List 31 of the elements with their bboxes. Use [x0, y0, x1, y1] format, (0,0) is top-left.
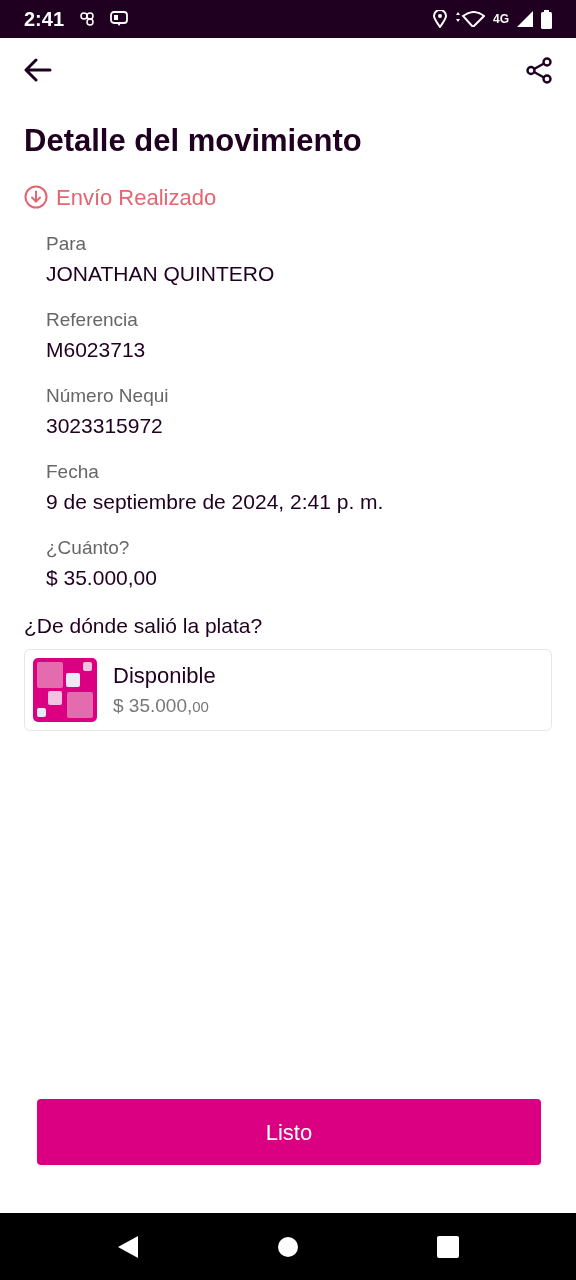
signal-icon — [517, 11, 533, 27]
field-value: 9 de septiembre de 2024, 2:41 p. m. — [46, 489, 385, 515]
field-label: Fecha — [46, 459, 100, 484]
battery-icon — [541, 9, 552, 29]
field-value: $ 35.000,00 — [46, 565, 158, 591]
clock: 2:41 — [24, 7, 65, 32]
location-icon — [433, 10, 447, 28]
field-value: M6023713 — [46, 337, 147, 363]
page-title: Detalle del movimiento — [24, 122, 363, 160]
field-value: 3023315972 — [46, 413, 164, 439]
recents-nav-icon[interactable] — [437, 1235, 459, 1258]
account-name: Disponible — [113, 662, 216, 691]
field-label: Para — [46, 231, 88, 256]
account-card[interactable]: Disponible $ 35.000,00 — [24, 649, 552, 731]
done-button[interactable]: Listo — [37, 1099, 541, 1165]
status-label: Envío Realizado — [56, 183, 217, 212]
notification-icon — [80, 12, 95, 26]
network-label: 4G — [493, 11, 509, 28]
field-label: Referencia — [46, 307, 139, 332]
home-nav-icon[interactable] — [277, 1235, 299, 1258]
section-heading: ¿De dónde salió la plata? — [24, 612, 264, 639]
back-arrow-icon[interactable] — [24, 58, 52, 82]
account-logo-icon — [33, 658, 97, 722]
share-icon[interactable] — [526, 56, 552, 84]
message-icon — [110, 11, 129, 27]
field-value: JONATHAN QUINTERO — [46, 261, 276, 287]
field-label: Número Nequi — [46, 383, 170, 408]
wifi-icon — [455, 11, 485, 27]
account-balance: $ 35.000,00 — [113, 694, 210, 719]
field-label: ¿Cuánto? — [46, 535, 131, 560]
back-nav-icon[interactable] — [117, 1234, 139, 1259]
